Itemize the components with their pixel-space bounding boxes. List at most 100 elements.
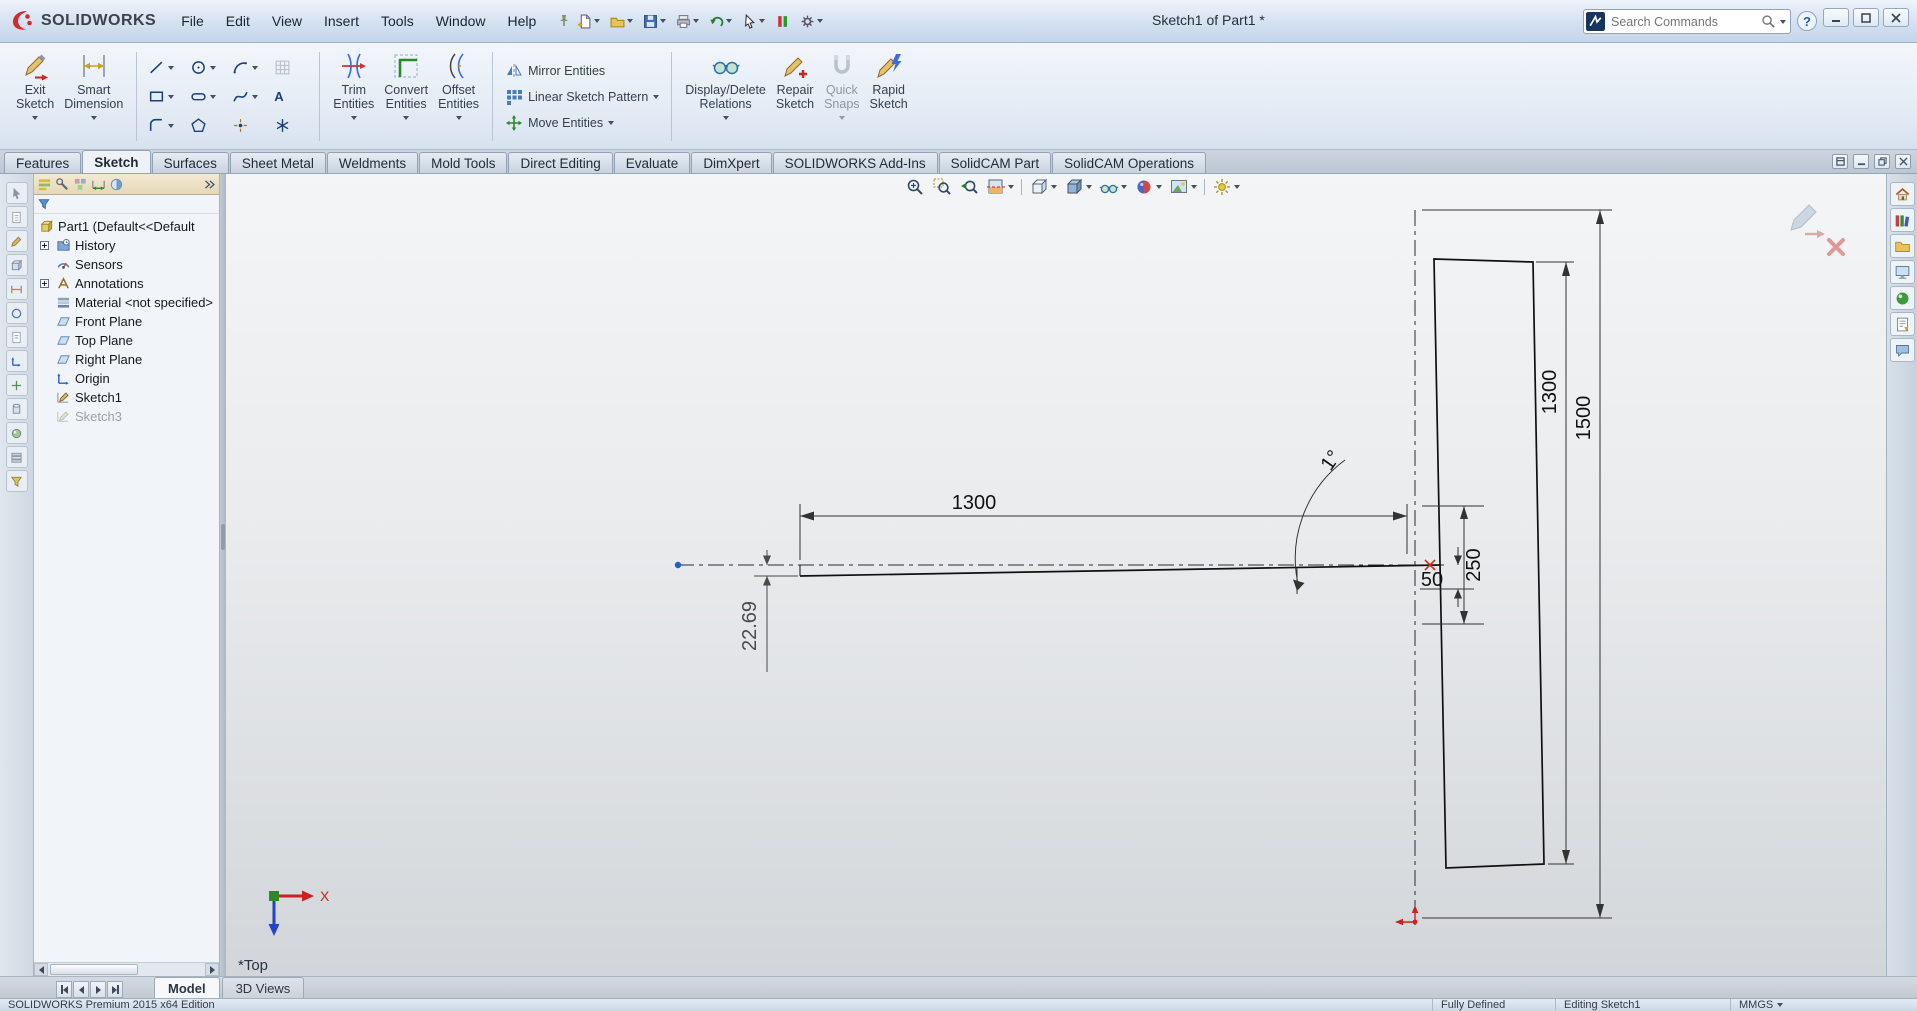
close-icon[interactable] [1883,8,1909,27]
select-button[interactable] [738,11,769,32]
tab-solidcam-operations[interactable]: SolidCAM Operations [1052,152,1206,173]
search-commands-box[interactable] [1583,9,1791,34]
trim-entities-caret[interactable] [351,116,357,120]
menu-window[interactable]: Window [425,0,497,42]
line-tool[interactable] [145,54,185,82]
zoom-fit-button[interactable] [902,176,928,198]
scroll-right-icon[interactable] [205,963,219,976]
hide-show-items-button[interactable] [1096,176,1130,198]
view-palette-icon[interactable] [1890,260,1915,284]
slot-tool[interactable] [187,83,227,111]
view-orientation-button[interactable] [1026,176,1060,198]
linear-sketch-pattern-button[interactable]: Linear Sketch Pattern [501,86,663,108]
search-options-caret[interactable] [1780,20,1786,24]
offset-entities-button[interactable]: OffsetEntities [433,46,484,147]
display-delete-caret[interactable] [723,116,729,120]
tab-features[interactable]: Features [4,152,81,173]
maximize-icon[interactable] [1853,8,1879,27]
tree-item-history[interactable]: History [34,236,219,255]
menu-view[interactable]: View [261,0,313,42]
doc-tab-model[interactable]: Model [154,977,220,998]
exit-sketch-caret[interactable] [32,116,38,120]
design-library-icon[interactable] [1890,208,1915,232]
edit-appearance-button[interactable] [1131,176,1165,198]
scrollbar-thumb[interactable] [50,964,138,975]
tree-item-top-plane[interactable]: Top Plane [34,331,219,350]
minimize-icon[interactable] [1823,8,1849,27]
dim-text-1-degree[interactable]: 1° [1317,446,1346,474]
next-tab-icon[interactable] [90,981,106,998]
circle-tool[interactable] [187,54,227,82]
view-orientation-caret[interactable] [1051,185,1057,189]
print-button[interactable] [672,11,703,32]
linear-pattern-caret[interactable] [653,95,659,99]
smart-dimension-button[interactable]: SmartDimension [59,46,128,147]
close-panel-icon[interactable] [1895,154,1911,169]
move-entities-caret[interactable] [608,121,614,125]
save-button[interactable] [639,11,670,32]
apply-scene-caret[interactable] [1191,185,1197,189]
search-input[interactable] [1609,14,1757,30]
configurationmanager-tab-icon[interactable] [73,177,88,192]
tab-solidcam-part[interactable]: SolidCAM Part [939,152,1052,173]
offset-entities-caret[interactable] [456,116,462,120]
centerline-tool[interactable] [271,112,311,140]
menu-insert[interactable]: Insert [313,0,370,42]
section-view-caret[interactable] [1008,185,1014,189]
confirm-cancel-icon[interactable] [1829,240,1843,254]
dim-text-250[interactable]: 250 [1463,548,1485,581]
splitter-grip[interactable] [221,524,225,550]
dim-text-1500[interactable]: 1500 [1573,396,1595,441]
display-style-button[interactable] [1061,176,1095,198]
display-style-caret[interactable] [1086,185,1092,189]
tab-evaluate[interactable]: Evaluate [614,152,691,173]
text-tool[interactable]: A [271,83,311,111]
dimension-22-69[interactable]: 22.69 [739,550,798,672]
restore-panel-icon[interactable] [1874,154,1890,169]
rapid-sketch-button[interactable]: RapidSketch [865,46,913,147]
featuremanager-tab-icon[interactable] [37,177,52,192]
tab-mold-tools[interactable]: Mold Tools [419,152,507,173]
fillet-tool[interactable] [145,112,185,140]
convert-entities-caret[interactable] [403,116,409,120]
filter-funnel-icon[interactable] [37,197,51,211]
tab-surfaces[interactable]: Surfaces [152,152,229,173]
first-tab-icon[interactable] [56,981,72,998]
sketch-origin-marker[interactable] [1395,905,1418,925]
menu-file[interactable]: File [170,0,215,42]
help-button[interactable]: ? [1797,11,1817,31]
sketch-canvas[interactable]: 1300 22.69 1° [226,174,1886,976]
dim-text-1300-horizontal[interactable]: 1300 [952,492,997,514]
confirm-exit-sketch-icon[interactable] [1791,205,1825,238]
expand-plus-icon[interactable] [40,241,50,250]
minimize-panel-icon[interactable] [1853,154,1869,169]
tab-direct-editing[interactable]: Direct Editing [508,152,612,173]
tab-sheet-metal[interactable]: Sheet Metal [230,152,326,173]
left-toolbar-move-icon[interactable] [6,374,28,396]
tree-item-origin[interactable]: Origin [34,369,219,388]
dim-text-22-69[interactable]: 22.69 [739,601,761,651]
left-toolbar-dimension-icon[interactable] [6,278,28,300]
dimension-angle-1-degree[interactable]: 1° [1293,446,1346,594]
previous-tab-icon[interactable] [73,981,89,998]
left-toolbar-page2-icon[interactable] [6,326,28,348]
new-document-button[interactable] [573,11,604,32]
polygon-tool[interactable] [187,112,227,140]
dimension-1300-horizontal[interactable]: 1300 [800,492,1407,560]
solidworks-resources-home-icon[interactable] [1890,182,1915,206]
displaymanager-tab-icon[interactable] [109,177,124,192]
tree-item-right-plane[interactable]: Right Plane [34,350,219,369]
view-settings-caret[interactable] [1234,185,1240,189]
units-caret[interactable] [1777,1003,1783,1007]
undo-button[interactable] [705,11,736,32]
exit-sketch-button[interactable]: ExitSketch [11,46,59,147]
rectangle-tool[interactable] [145,83,185,111]
view-settings-button[interactable] [1209,176,1243,198]
dim-text-50[interactable]: 50 [1421,569,1443,591]
open-document-button[interactable] [606,11,637,32]
repair-sketch-button[interactable]: RepairSketch [771,46,819,147]
centerlines[interactable] [678,210,1444,926]
pin-menu-icon[interactable] [557,14,571,28]
doc-tab-3d-views[interactable]: 3D Views [222,977,305,998]
menu-tools[interactable]: Tools [370,0,425,42]
